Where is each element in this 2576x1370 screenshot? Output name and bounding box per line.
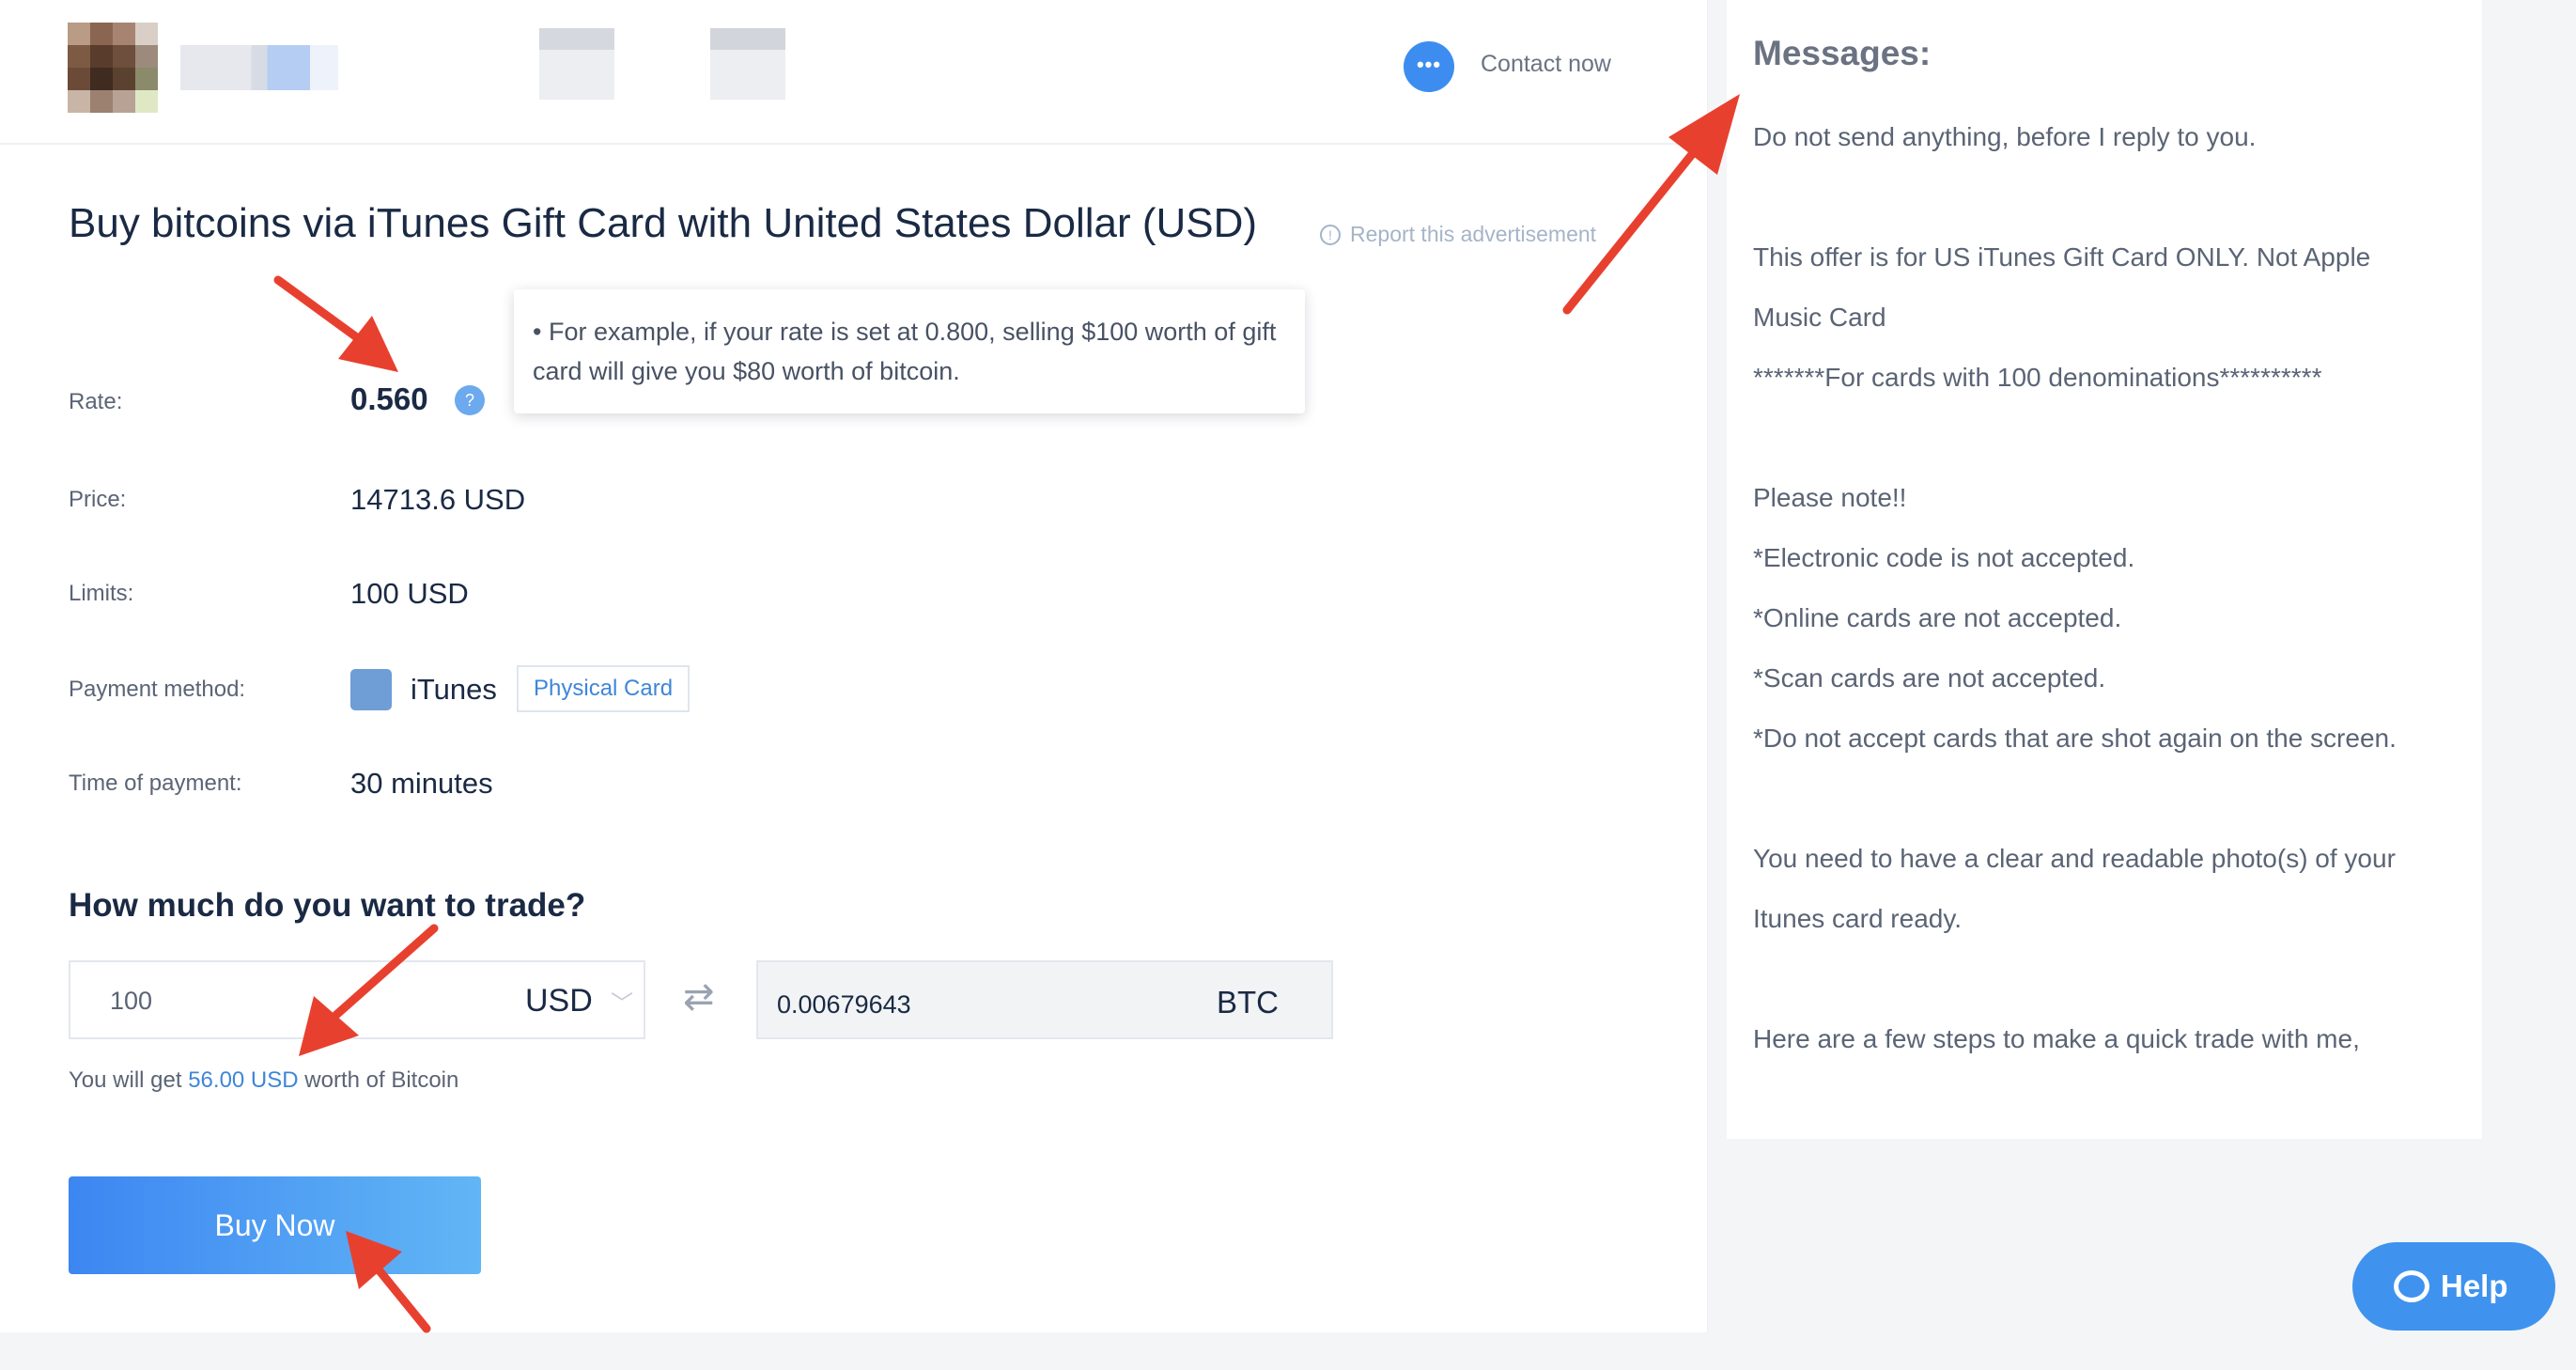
message-line: *Online cards are not accepted.: [1753, 603, 2122, 632]
info-icon: !: [1320, 225, 1341, 245]
messages-body: Do not send anything, before I reply to …: [1753, 107, 2467, 1069]
time-of-payment-value: 30 minutes: [350, 767, 493, 800]
report-label: Report this advertisement: [1350, 222, 1597, 246]
message-line: Please note!!: [1753, 483, 1907, 512]
message-line: Here are a few steps to make a quick tra…: [1753, 1024, 2360, 1053]
physical-card-tag: Physical Card: [517, 665, 691, 712]
message-line: This offer is for US iTunes Gift Card ON…: [1753, 242, 2371, 272]
limits-value: 100 USD: [350, 577, 469, 610]
avatar[interactable]: [68, 23, 158, 113]
chat-dots-icon[interactable]: •••: [1404, 41, 1454, 92]
trade-question: How much do you want to trade?: [69, 887, 586, 924]
receive-note-prefix: You will get: [69, 1067, 189, 1093]
time-of-payment-label: Time of payment:: [69, 771, 242, 796]
rate-value: 0.560: [350, 381, 428, 416]
message-line: You need to have a clear and readable ph…: [1753, 844, 2396, 873]
amount-value[interactable]: 100: [110, 987, 152, 1016]
contact-now-link[interactable]: Contact now: [1481, 51, 1611, 78]
message-line: [1753, 167, 2467, 227]
question-mark-icon[interactable]: ?: [455, 385, 485, 415]
receive-note-suffix: worth of Bitcoin: [298, 1067, 459, 1093]
price-value: 14713.6 USD: [350, 483, 526, 516]
help-button[interactable]: Help: [2352, 1242, 2555, 1331]
amount-input[interactable]: 100 USD ﹀: [69, 960, 645, 1039]
receive-amount: 56.00 USD: [188, 1067, 299, 1093]
rate-tooltip: • For example, if your rate is set at 0.…: [514, 289, 1305, 413]
blurred-username: [180, 45, 338, 90]
buy-now-button[interactable]: Buy Now: [69, 1176, 481, 1274]
help-label: Help: [2441, 1269, 2508, 1303]
message-line: [1753, 408, 2467, 468]
price-label: Price:: [69, 487, 127, 512]
rate-label: Rate:: [69, 389, 123, 414]
trader-header: ••• Contact now: [0, 0, 1708, 145]
btc-output-value: 0.00679643: [777, 990, 911, 1019]
payment-method-label: Payment method:: [69, 677, 246, 702]
swap-arrows-icon: ⇄: [683, 976, 715, 1018]
blurred-stat: [539, 28, 614, 100]
chevron-down-icon[interactable]: ﹀: [611, 985, 633, 1018]
message-line: [1753, 949, 2467, 1009]
chat-bubble-icon: [2394, 1270, 2429, 1302]
message-line: Do not send anything, before I reply to …: [1753, 122, 2257, 151]
message-line: *******For cards with 100 denominations*…: [1753, 363, 2322, 392]
message-line: Music Card: [1753, 303, 1886, 332]
messages-title: Messages:: [1753, 34, 1932, 72]
btc-output-field[interactable]: 0.00679643 BTC: [756, 960, 1333, 1039]
message-line: *Scan cards are not accepted.: [1753, 663, 2106, 693]
payment-method-value: iTunes: [411, 673, 497, 706]
messages-panel: Messages: Do not send anything, before I…: [1727, 0, 2482, 1139]
limits-label: Limits:: [69, 581, 134, 606]
report-advertisement-link[interactable]: ! Report this advertisement: [1320, 222, 1596, 247]
btc-currency-label: BTC: [1217, 985, 1279, 1020]
receive-note: You will get 56.00 USD worth of Bitcoin: [69, 1067, 458, 1094]
message-line: [1753, 769, 2467, 829]
currency-select[interactable]: USD: [525, 983, 593, 1020]
message-line: *Electronic code is not accepted.: [1753, 543, 2135, 572]
page-title: Buy bitcoins via iTunes Gift Card with U…: [69, 200, 1258, 246]
page-bottom: [0, 1332, 2576, 1370]
message-line: *Do not accept cards that are shot again…: [1753, 724, 2397, 753]
blurred-stat: [710, 28, 785, 100]
message-line: Itunes card ready.: [1753, 904, 1963, 933]
apple-icon: [350, 669, 392, 710]
